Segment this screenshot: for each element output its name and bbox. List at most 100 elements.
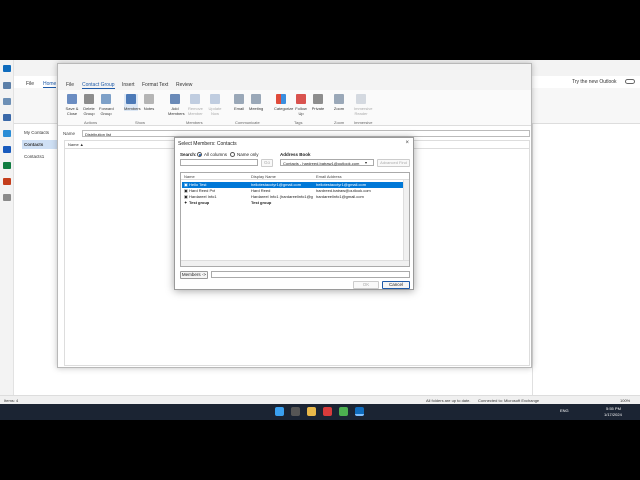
tab-home[interactable]: Home [43, 81, 57, 88]
vertical-scrollbar[interactable] [403, 180, 409, 260]
list-item[interactable]: ▣ Hardareel Info1 Hardareel Info1 (harda… [182, 194, 403, 200]
contact-group-ribbon: Save & Close Delete Group Forward Group … [58, 90, 531, 126]
cg-tab-contact-group[interactable]: Contact Group [82, 82, 115, 89]
meeting-button[interactable]: Meeting [249, 94, 263, 111]
list-item[interactable]: ✦ Test group Test group [182, 200, 403, 206]
outlook-logo-icon [3, 65, 11, 72]
people-icon[interactable] [3, 114, 11, 121]
powerpoint-icon[interactable] [3, 178, 11, 185]
email-button[interactable]: Email [232, 94, 246, 111]
column-display-name[interactable]: Display Name [251, 174, 276, 179]
cg-tab-review[interactable]: Review [176, 82, 192, 88]
cg-tab-format-text[interactable]: Format Text [142, 82, 168, 88]
status-items: Items: 4 [4, 398, 19, 403]
chrome-icon[interactable] [339, 407, 348, 416]
cg-tab-insert[interactable]: Insert [122, 82, 135, 88]
nav-my-contacts[interactable]: My Contacts [24, 130, 58, 135]
todo-icon[interactable] [3, 130, 11, 137]
group-tags-label: Tags [294, 120, 303, 125]
nav-contacts[interactable]: Contacts [22, 140, 58, 149]
column-email-address[interactable]: Email Address [316, 174, 342, 179]
update-now-button[interactable]: Update Now [208, 94, 222, 116]
save-icon [67, 94, 77, 104]
magnifier-icon [334, 94, 344, 104]
name-label: Name [63, 131, 76, 136]
forward-group-button[interactable]: Forward Group [99, 94, 114, 116]
zoom-button[interactable]: Zoom [332, 94, 346, 111]
app-icon[interactable] [323, 407, 332, 416]
close-icon[interactable]: × [405, 140, 409, 146]
cancel-button[interactable]: Cancel [382, 281, 410, 289]
calendar-icon[interactable] [3, 98, 11, 105]
apps-icon[interactable] [3, 194, 11, 201]
excel-icon[interactable] [3, 162, 11, 169]
save-close-button[interactable]: Save & Close [65, 94, 79, 116]
start-icon[interactable] [275, 407, 284, 416]
private-button[interactable]: Private [311, 94, 325, 111]
try-new-outlook-toggle[interactable] [625, 79, 635, 84]
search-input[interactable] [180, 159, 258, 166]
outlook-taskbar-icon[interactable] [355, 407, 364, 416]
categorize-icon [276, 94, 286, 104]
word-icon[interactable] [3, 146, 11, 153]
status-zoom: 100% [620, 398, 631, 403]
notes-icon [144, 94, 154, 104]
group-communicate-label: Communicate [235, 120, 260, 125]
group-show-label: Show [135, 120, 146, 125]
tab-file[interactable]: File [26, 81, 34, 87]
language-indicator[interactable]: ENG [560, 408, 569, 413]
contact-icon: ▣ [184, 182, 188, 187]
remove-member-icon [190, 94, 200, 104]
notes-button[interactable]: Notes [142, 94, 156, 111]
meeting-icon [251, 94, 261, 104]
group-immersive-label: Immersive [354, 120, 373, 125]
members-input[interactable] [211, 271, 410, 278]
update-icon [210, 94, 220, 104]
horizontal-scrollbar[interactable] [181, 260, 409, 266]
desktop-screen: File Home Try the new Outlook My Contact… [0, 60, 640, 420]
try-new-outlook-label: Try the new Outlook [572, 79, 617, 85]
ok-button[interactable]: OK [353, 281, 379, 289]
immersive-reader-button[interactable]: Immersive Reader [354, 94, 372, 116]
cg-tab-file[interactable]: File [66, 82, 74, 88]
list-header: Name Display Name Email Address [181, 173, 409, 180]
mail-icon[interactable] [3, 82, 11, 89]
envelope-icon [234, 94, 244, 104]
group-name-field[interactable]: Distribution list [82, 130, 530, 137]
group-zoom-label: Zoom [334, 120, 345, 125]
taskbar: ENG 5:55 PM 1/17/2024 [0, 404, 640, 420]
list-item[interactable]: ▣ Hard Reed Pvt Hard Reed hardreed.batra… [182, 188, 403, 194]
search-icon[interactable] [291, 407, 300, 416]
app-rail [0, 60, 14, 400]
group-actions-label: Actions [84, 120, 98, 125]
go-button[interactable]: Go [261, 159, 273, 167]
flag-icon [296, 94, 306, 104]
radio-name-only[interactable] [230, 152, 235, 157]
members-add-button[interactable]: Members -> [180, 271, 208, 279]
group-members-label: Members [186, 120, 203, 125]
follow-up-button[interactable]: Follow Up [294, 94, 308, 116]
remove-member-button[interactable]: Remove Member [188, 94, 203, 116]
nav-contacts1[interactable]: Contacts1 [24, 154, 58, 159]
clock-date[interactable]: 1/17/2024 [604, 412, 622, 417]
column-name[interactable]: Name [184, 174, 195, 179]
address-book-select[interactable]: Contacts - hardreed.batraw1@outlook.com [280, 159, 374, 166]
advanced-find-button[interactable]: Advanced Find [377, 159, 410, 167]
radio-all-columns[interactable] [197, 152, 202, 157]
search-label: Search: [180, 152, 197, 157]
members-button[interactable]: Members [124, 94, 141, 111]
delete-group-button[interactable]: Delete Group [82, 94, 96, 116]
dialog-title: Select Members: Contacts [178, 141, 237, 147]
status-bar: Items: 4 All folders are up to date. Con… [0, 395, 640, 404]
forward-icon [101, 94, 111, 104]
list-item[interactable]: ▣ Hello Test hellotestacctyr1@gmail.com … [182, 182, 403, 188]
members-icon [126, 94, 136, 104]
radio-name-only-label: Name only [237, 152, 259, 157]
select-members-dialog: Select Members: Contacts × Search: All c… [174, 137, 414, 290]
contact-group-titlebar [58, 64, 531, 78]
add-members-button[interactable]: Add Members [168, 94, 185, 116]
immersive-reader-icon [356, 94, 366, 104]
categorize-button[interactable]: Categorize [274, 94, 293, 111]
clock-time[interactable]: 5:55 PM [606, 406, 621, 411]
file-explorer-icon[interactable] [307, 407, 316, 416]
